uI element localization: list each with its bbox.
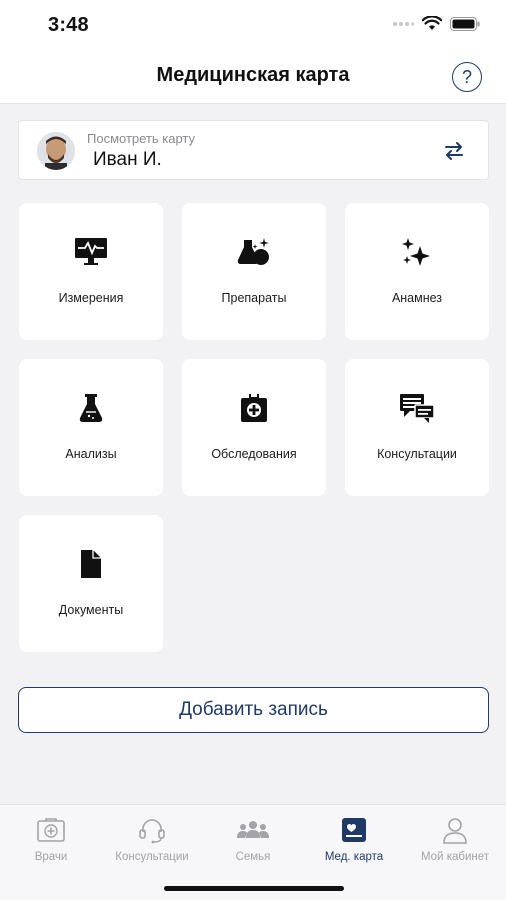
tile-label: Обследования xyxy=(211,447,297,461)
document-icon xyxy=(79,547,103,581)
tab-label: Семья xyxy=(235,851,271,863)
tile-medications[interactable]: Препараты xyxy=(182,203,326,340)
signal-icon xyxy=(393,21,414,26)
tab-doctors[interactable]: Врачи xyxy=(1,815,101,863)
battery-icon xyxy=(450,16,480,31)
home-indicator xyxy=(164,886,344,891)
tile-label: Документы xyxy=(58,603,124,617)
tab-label: Мед. карта xyxy=(324,851,384,863)
status-bar: 3:48 xyxy=(0,0,506,50)
tile-label: Анамнез xyxy=(391,291,443,305)
chat-bubbles-icon xyxy=(399,391,435,425)
monitor-pulse-icon xyxy=(74,235,108,269)
page-title: Медицинская карта xyxy=(156,64,350,86)
swap-icon[interactable] xyxy=(442,139,466,163)
tile-examinations[interactable]: Обследования xyxy=(182,359,326,496)
tile-analyses[interactable]: Анализы xyxy=(19,359,163,496)
tile-label: Измерения xyxy=(58,291,124,305)
person-icon xyxy=(442,815,468,845)
tile-measurements[interactable]: Измерения xyxy=(19,203,163,340)
tile-anamnesis[interactable]: Анамнез xyxy=(345,203,489,340)
patient-selector[interactable]: Посмотреть карту Иван И. xyxy=(18,120,489,180)
lab-flask-icon xyxy=(77,391,105,425)
medkit-icon xyxy=(36,815,66,845)
tile-label: Препараты xyxy=(221,291,287,305)
tile-label: Консультации xyxy=(377,447,457,461)
tile-documents[interactable]: Документы xyxy=(19,515,163,652)
add-record-button[interactable]: Добавить запись xyxy=(18,687,489,733)
status-icons xyxy=(392,16,480,31)
tile-consultations[interactable]: Консультации xyxy=(345,359,489,496)
medical-case-icon xyxy=(239,391,269,425)
tab-label: Врачи xyxy=(34,851,68,863)
help-button[interactable]: ? xyxy=(452,62,482,92)
avatar xyxy=(37,132,75,170)
tab-med-card[interactable]: Мед. карта xyxy=(304,815,404,863)
wifi-icon xyxy=(422,16,442,30)
top-header: 3:48 Медицинская карта ? xyxy=(0,0,506,104)
tab-my-account[interactable]: Мой кабинет xyxy=(405,815,505,863)
patient-card-label: Посмотреть карту xyxy=(87,131,196,146)
help-icon: ? xyxy=(461,66,472,87)
patient-name: Иван И. xyxy=(93,149,162,170)
tab-label: Консультации xyxy=(115,851,189,863)
sparkles-icon xyxy=(400,235,434,269)
tab-consultations[interactable]: Консультации xyxy=(102,815,202,863)
status-time: 3:48 xyxy=(48,14,89,36)
headset-icon xyxy=(136,815,168,845)
people-icon xyxy=(236,815,270,845)
tab-label: Мой кабинет xyxy=(420,851,490,863)
tab-family[interactable]: Семья xyxy=(203,815,303,863)
med-card-icon xyxy=(341,815,367,845)
tile-label: Анализы xyxy=(65,447,117,461)
flask-sparkle-icon xyxy=(236,235,272,269)
